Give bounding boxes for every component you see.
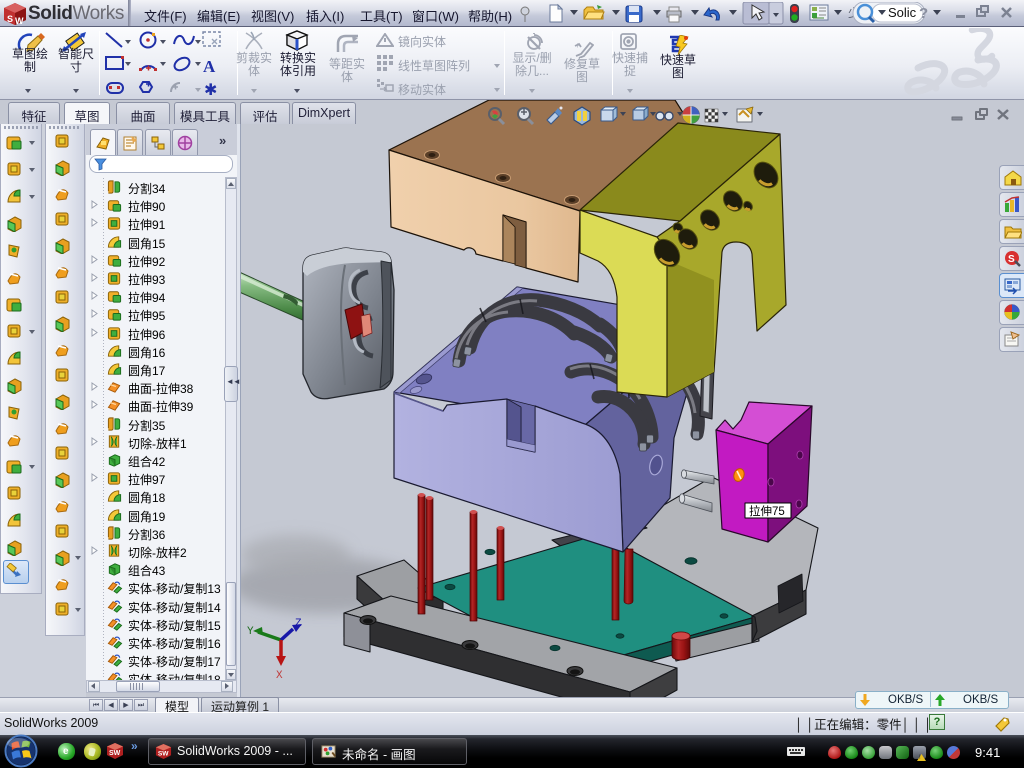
svg-text:SW: SW	[158, 750, 169, 757]
svg-text:Z: Z	[295, 618, 302, 630]
svg-text:✱: ✱	[204, 82, 217, 98]
svg-text:Y: Y	[247, 626, 254, 638]
svg-text:S: S	[1008, 254, 1015, 265]
svg-text:拉伸75: 拉伸75	[749, 504, 785, 518]
svg-text:SW: SW	[109, 750, 121, 757]
svg-text:?: ?	[919, 5, 928, 22]
svg-text:S: S	[7, 14, 13, 24]
svg-text:W: W	[15, 16, 24, 26]
svg-text:Solic: Solic	[888, 5, 917, 20]
svg-text:X: X	[276, 670, 283, 682]
svg-text:A: A	[203, 57, 216, 76]
svg-text:+: +	[575, 41, 580, 50]
